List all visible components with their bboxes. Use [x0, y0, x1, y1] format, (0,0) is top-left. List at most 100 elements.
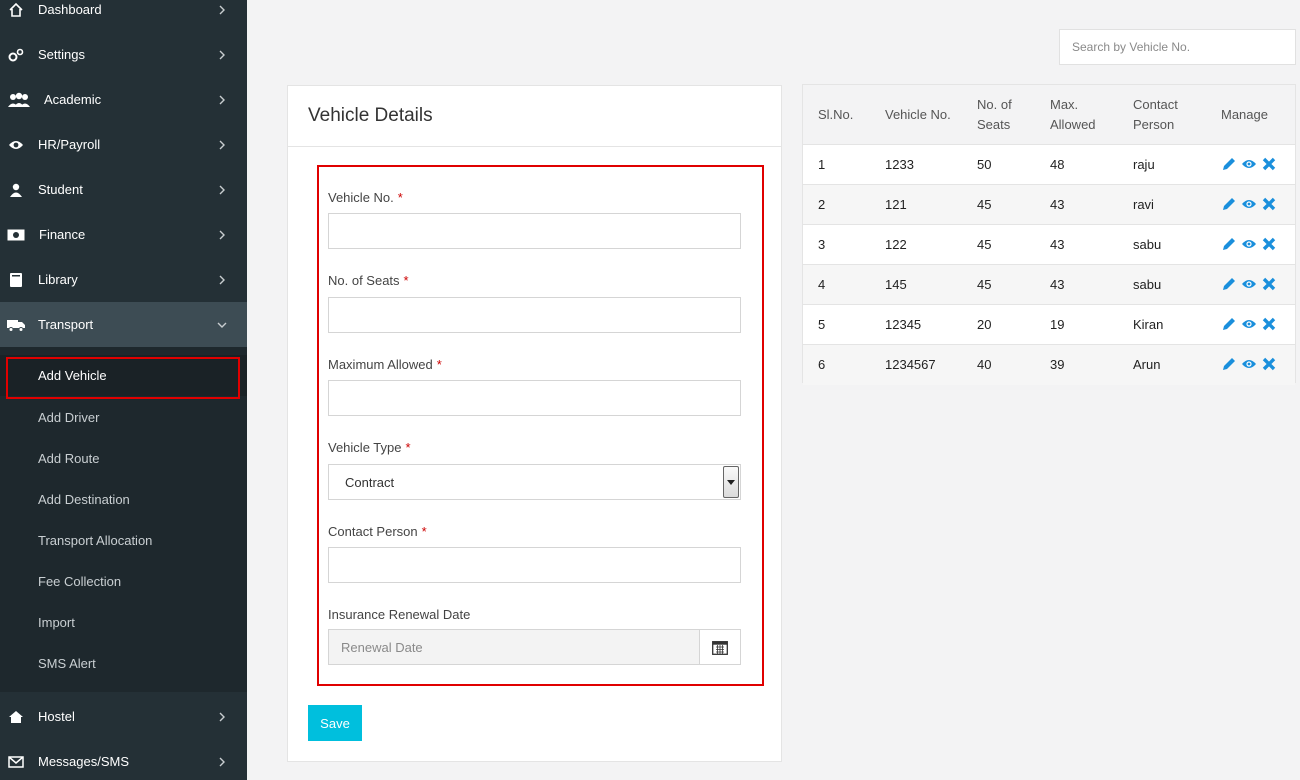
sidebar-item-label: Academic [44, 92, 102, 107]
sidebar-item-library[interactable]: Library [0, 257, 247, 302]
sidebar-item-academic[interactable]: Academic [0, 77, 247, 122]
required-mark: * [421, 524, 427, 539]
table-header: Sl.No. Vehicle No. No. of Seats Max. Allow… [803, 85, 1295, 145]
cell-max-allowed: 39 [1050, 357, 1065, 372]
cell-slno: 4 [818, 277, 826, 292]
chevron-right-icon [217, 140, 227, 150]
delete-x-icon[interactable] [1261, 196, 1277, 212]
delete-x-icon[interactable] [1261, 356, 1277, 372]
chevron-right-icon [217, 95, 227, 105]
cell-max-allowed: 43 [1050, 197, 1065, 212]
submenu-item-add-destination[interactable]: Add Destination [0, 479, 247, 520]
edit-icon[interactable] [1221, 156, 1237, 172]
view-eye-icon[interactable] [1241, 156, 1257, 172]
transport-submenu: Add Vehicle Add Driver Add Route Add Des… [0, 347, 247, 692]
calendar-icon[interactable] [699, 630, 740, 664]
view-eye-icon[interactable] [1241, 276, 1257, 292]
sidebar-item-label: Library [38, 272, 78, 287]
submenu-item-label: SMS Alert [38, 656, 96, 671]
cell-vehicle-no: 1234567 [885, 357, 936, 372]
vehicle-type-label: Vehicle Type * [328, 440, 411, 455]
cell-contact-person: ravi [1133, 197, 1154, 212]
submenu-item-add-route[interactable]: Add Route [0, 438, 247, 479]
row-actions [1221, 236, 1277, 252]
delete-x-icon[interactable] [1261, 156, 1277, 172]
submenu-item-label: Add Destination [38, 492, 130, 507]
view-eye-icon[interactable] [1241, 316, 1257, 332]
row-actions [1221, 316, 1277, 332]
max-allowed-label: Maximum Allowed * [328, 357, 442, 372]
home-icon [7, 1, 25, 19]
view-eye-icon[interactable] [1241, 196, 1257, 212]
chevron-right-icon [217, 230, 227, 240]
vehicle-no-input[interactable] [328, 213, 741, 249]
cell-seats: 45 [977, 237, 992, 252]
cell-contact-person: Kiran [1133, 317, 1164, 332]
dropdown-arrow-icon[interactable] [723, 466, 739, 498]
edit-icon[interactable] [1221, 236, 1237, 252]
view-eye-icon[interactable] [1241, 236, 1257, 252]
panel-header: Vehicle Details [288, 86, 781, 147]
submenu-item-add-driver[interactable]: Add Driver [0, 397, 247, 438]
sidebar-item-dashboard[interactable]: Dashboard [0, 0, 247, 32]
envelope-icon [7, 753, 25, 771]
delete-x-icon[interactable] [1261, 236, 1277, 252]
cell-contact-person: raju [1133, 157, 1155, 172]
view-eye-icon[interactable] [1241, 356, 1257, 372]
seats-label: No. of Seats * [328, 273, 409, 288]
cell-slno: 5 [818, 317, 826, 332]
panel-title: Vehicle Details [308, 105, 433, 126]
max-allowed-input[interactable] [328, 380, 741, 416]
contact-person-input[interactable] [328, 547, 741, 583]
cell-vehicle-no: 12345 [885, 317, 922, 332]
sidebar-item-transport[interactable]: Transport [0, 302, 247, 347]
cell-vehicle-no: 121 [885, 197, 907, 212]
table-row: 4 145 45 43 sabu [803, 265, 1295, 305]
renewal-date-input[interactable]: Renewal Date [328, 629, 741, 665]
cell-vehicle-no: 1233 [885, 157, 914, 172]
sidebar-item-student[interactable]: Student [0, 167, 247, 212]
money-icon [7, 226, 25, 244]
sidebar-item-messages-sms[interactable]: Messages/SMS [0, 739, 247, 780]
vehicle-table: Sl.No. Vehicle No. No. of Seats Max. Allow… [802, 84, 1296, 385]
cell-max-allowed: 48 [1050, 157, 1065, 172]
sidebar-item-hostel[interactable]: Hostel [0, 694, 247, 739]
book-icon [7, 271, 25, 289]
eye-icon [7, 136, 25, 154]
table-row: 5 12345 20 19 Kiran [803, 305, 1295, 345]
submenu-item-import[interactable]: Import [0, 602, 247, 643]
chevron-right-icon [217, 712, 227, 722]
insurance-renewal-label: Insurance Renewal Date [328, 607, 471, 622]
submenu-item-fee-collection[interactable]: Fee Collection [0, 561, 247, 602]
search-input[interactable] [1059, 29, 1296, 65]
table-row: 1 1233 50 48 raju [803, 145, 1295, 185]
submenu-item-add-vehicle[interactable]: Add Vehicle [0, 355, 247, 399]
save-button[interactable]: Save [308, 705, 362, 741]
sidebar-item-label: Finance [39, 227, 86, 242]
table-row: 2 121 45 43 ravi [803, 185, 1295, 225]
chevron-down-icon [217, 320, 227, 330]
vehicle-type-select[interactable]: Contract [328, 464, 741, 500]
sidebar-item-hr-payroll[interactable]: HR/Payroll [0, 122, 247, 167]
sidebar-item-settings[interactable]: Settings [0, 32, 247, 77]
home-icon [7, 708, 25, 726]
header-vehicle-no: Vehicle No. [885, 107, 951, 122]
sidebar-item-label: Messages/SMS [38, 754, 130, 769]
renewal-date-placeholder: Renewal Date [341, 640, 423, 655]
submenu-item-sms-alert[interactable]: SMS Alert [0, 643, 247, 684]
edit-icon[interactable] [1221, 196, 1237, 212]
edit-icon[interactable] [1221, 316, 1237, 332]
cell-contact-person: sabu [1133, 277, 1162, 292]
delete-x-icon[interactable] [1261, 276, 1277, 292]
edit-icon[interactable] [1221, 276, 1237, 292]
delete-x-icon[interactable] [1261, 316, 1277, 332]
submenu-item-transport-allocation[interactable]: Transport Allocation [0, 520, 247, 561]
row-actions [1221, 356, 1277, 372]
row-actions [1221, 276, 1277, 292]
sidebar: Dashboard Settings Academic HR/Payroll S… [0, 0, 247, 780]
sidebar-item-label: Student [38, 182, 83, 197]
edit-icon[interactable] [1221, 356, 1237, 372]
seats-input[interactable] [328, 297, 741, 333]
sidebar-item-finance[interactable]: Finance [0, 212, 247, 257]
cell-slno: 2 [818, 197, 826, 212]
